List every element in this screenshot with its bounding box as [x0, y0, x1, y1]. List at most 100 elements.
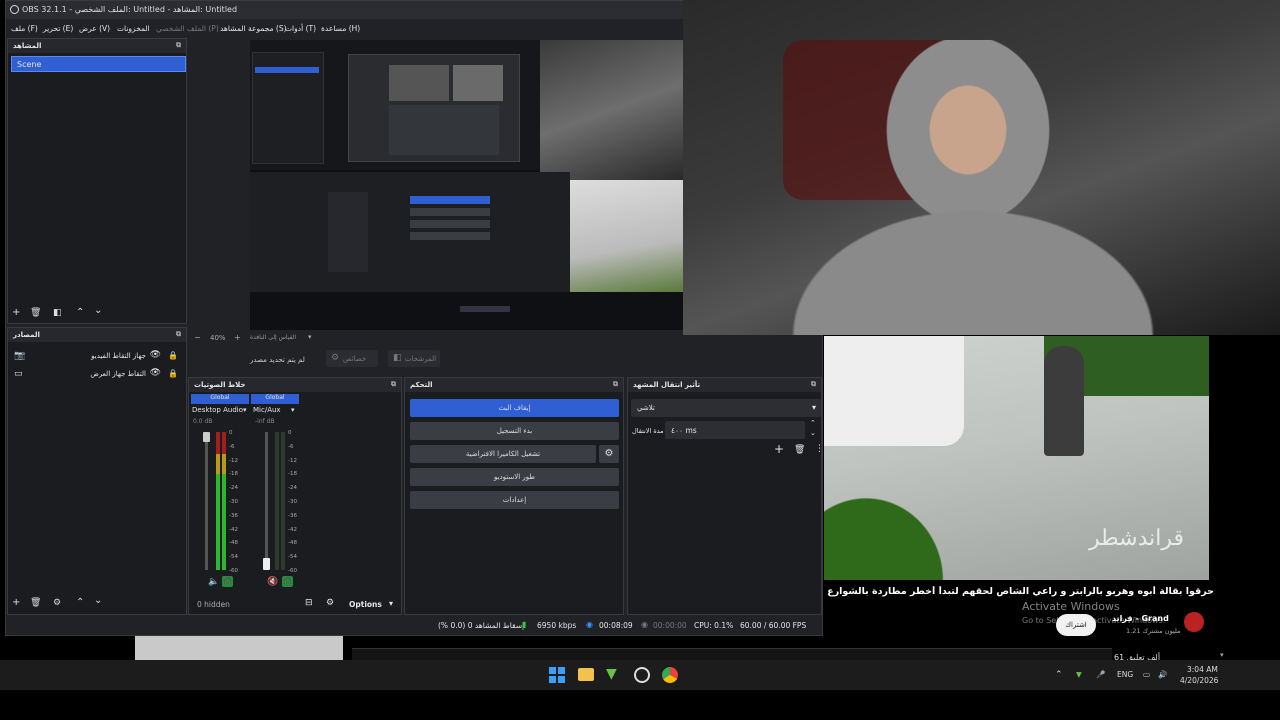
- settings-button[interactable]: إعدادات: [410, 491, 619, 509]
- level-meter-peak: [222, 432, 226, 454]
- chevron-down-icon[interactable]: ▾: [291, 406, 295, 414]
- menu-tools[interactable]: أدوات (T): [285, 24, 316, 33]
- eye-icon[interactable]: 👁: [150, 368, 161, 378]
- mixer-settings-icon[interactable]: ⚙: [326, 598, 334, 608]
- language-indicator[interactable]: ENG: [1117, 670, 1133, 679]
- chevron-down-icon[interactable]: ▾: [1220, 651, 1224, 659]
- controls-dock-title: التحكم: [410, 381, 433, 389]
- chrome-icon[interactable]: [662, 667, 678, 683]
- more-icon[interactable]: ⋮: [815, 444, 824, 454]
- channel-avatar[interactable]: [1184, 612, 1204, 632]
- move-down-icon[interactable]: ⌄: [94, 595, 102, 606]
- popout-icon[interactable]: ⧉: [176, 330, 181, 339]
- clock-time[interactable]: 3:04 AM: [1187, 665, 1218, 674]
- move-up-icon[interactable]: ⌃: [76, 597, 84, 608]
- video-title: حرقوا بقالة أبوه وهربو بالرابتر و راعي ا…: [824, 586, 1214, 597]
- clock-date[interactable]: 4/20/2026: [1180, 676, 1218, 685]
- preview-canvas[interactable]: [250, 40, 683, 330]
- meter-tick-label: -42: [229, 526, 238, 533]
- scale-to-window[interactable]: القياس إلى النافذة: [250, 334, 296, 341]
- gear-icon[interactable]: ⚙: [599, 445, 619, 463]
- lock-icon[interactable]: 🔒: [168, 369, 178, 378]
- windows-start-icon[interactable]: [549, 667, 565, 683]
- transition-select[interactable]: تلاشي ▾: [631, 399, 821, 417]
- level-meter-peak: [216, 432, 220, 454]
- obs-taskbar-icon[interactable]: [634, 667, 650, 683]
- taskbar: ▼ ⌃ ▼ 🎤 ENG ▭ 🔊 3:04 AM 4/20/2026: [0, 660, 1280, 690]
- popout-icon[interactable]: ⧉: [811, 380, 816, 389]
- scene-filters-icon[interactable]: ◧: [53, 308, 62, 318]
- studio-mode-button[interactable]: طور الاستوديو: [410, 468, 619, 486]
- menu-edit[interactable]: تحرير (E): [43, 24, 73, 33]
- source-item[interactable]: 📷 جهاز التقاط الفيديو 👁 🔒: [8, 348, 184, 366]
- volume-slider-handle[interactable]: [263, 558, 270, 570]
- file-explorer-icon[interactable]: [578, 668, 594, 681]
- popout-icon[interactable]: ⧉: [391, 380, 396, 389]
- volume-icon[interactable]: 🔊: [1158, 670, 1167, 679]
- menu-scene-collection[interactable]: مجموعة المشاهد (S): [220, 24, 287, 33]
- fps: 60.00 / 60.00 FPS: [740, 621, 807, 630]
- volume-slider-handle[interactable]: [203, 432, 210, 442]
- menu-docks[interactable]: المخزونات: [117, 24, 150, 33]
- properties-button[interactable]: ⚙ خصائص: [326, 350, 378, 367]
- stop-stream-button[interactable]: إيقاف البث: [410, 399, 619, 417]
- menu-view[interactable]: عرض (V): [79, 24, 110, 33]
- subscriber-count: 1.21 مليون مشترك: [1126, 627, 1181, 635]
- speaker-icon[interactable]: 🔈: [208, 577, 219, 587]
- zoom-in-icon[interactable]: +: [234, 333, 241, 342]
- chevron-up-icon[interactable]: ⌃: [1055, 670, 1063, 680]
- microphone-icon[interactable]: 🎤: [1096, 670, 1105, 679]
- muted-speaker-icon[interactable]: 🔇: [267, 577, 278, 587]
- obs-logo-icon: [10, 5, 19, 14]
- stream-time: 00:08:09: [599, 621, 633, 630]
- menu-file[interactable]: ملف (F): [11, 24, 38, 33]
- filter-icon: ◧: [393, 353, 402, 363]
- chevron-down-icon[interactable]: ▾: [308, 333, 312, 341]
- move-down-icon[interactable]: ⌄: [94, 305, 102, 316]
- source-properties-icon[interactable]: ⚙: [53, 598, 61, 608]
- headphones-icon[interactable]: 🎧: [282, 576, 293, 587]
- nested-docks: [250, 172, 570, 292]
- channel-db: -inf dB: [255, 418, 275, 425]
- remove-transition-icon[interactable]: 🗑: [794, 445, 805, 455]
- filters-label: المرشحات: [405, 355, 437, 363]
- youtube-video-player[interactable]: قراندشطر: [824, 336, 1209, 580]
- webcam-feed: [683, 0, 1280, 335]
- volume-slider[interactable]: [265, 432, 268, 570]
- volume-slider[interactable]: [205, 432, 208, 570]
- start-recording-button[interactable]: بدء التسجيل: [410, 422, 619, 440]
- chevron-down-icon[interactable]: ▾: [389, 599, 393, 608]
- headphones-icon[interactable]: 🎧: [222, 576, 233, 587]
- scene-item[interactable]: Scene: [11, 56, 186, 72]
- move-up-icon[interactable]: ⌃: [76, 307, 84, 318]
- meter-tick-label: -30: [229, 499, 238, 505]
- source-item-label: جهاز التقاط الفيديو: [91, 352, 146, 360]
- remove-source-icon[interactable]: 🗑: [30, 598, 41, 608]
- nvidia-icon[interactable]: ▼: [606, 666, 617, 682]
- source-item[interactable]: ▭ التقاط جهاز العرض 👁 🔒: [8, 366, 184, 384]
- start-virtual-camera-button[interactable]: تشغيل الكاميرا الافتراضية: [410, 445, 596, 463]
- menu-profile[interactable]: الملف الشخصي (P): [156, 24, 219, 33]
- chevron-down-icon[interactable]: ⌄: [810, 429, 816, 437]
- add-transition-icon[interactable]: +: [774, 442, 784, 456]
- popout-icon[interactable]: ⧉: [176, 41, 181, 50]
- layout-toggle-icon[interactable]: ⊟: [305, 598, 313, 608]
- duration-input[interactable]: ٤٠٠ ms: [665, 421, 805, 439]
- zoom-out-icon[interactable]: −: [194, 333, 201, 342]
- eye-icon[interactable]: 👁: [150, 350, 161, 360]
- lock-icon[interactable]: 🔒: [168, 351, 178, 360]
- chevron-up-icon[interactable]: ⌃: [810, 419, 816, 427]
- dropped-frames: إسقاط المشاهد 0 (0.0 %): [438, 621, 525, 630]
- remove-scene-icon[interactable]: 🗑: [30, 308, 41, 318]
- add-source-icon[interactable]: +: [12, 597, 20, 608]
- nvidia-tray-icon[interactable]: ▼: [1076, 670, 1082, 679]
- nested-webcam: [540, 40, 683, 180]
- network-icon[interactable]: ▭: [1143, 670, 1150, 679]
- options-button[interactable]: Options: [349, 600, 382, 609]
- filters-button[interactable]: ◧ المرشحات: [388, 350, 440, 367]
- chevron-down-icon[interactable]: ▾: [243, 406, 247, 414]
- popout-icon[interactable]: ⧉: [613, 380, 618, 389]
- add-scene-icon[interactable]: +: [12, 307, 20, 318]
- chevron-down-icon: ▾: [811, 403, 816, 412]
- menu-help[interactable]: مساعدة (H): [321, 24, 360, 33]
